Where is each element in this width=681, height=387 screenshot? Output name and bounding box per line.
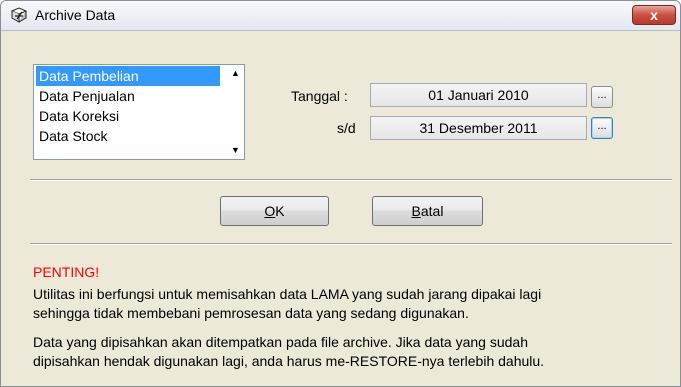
close-icon: x <box>650 7 658 23</box>
notice-paragraph-2: Data yang dipisahkan akan ditempatkan pa… <box>33 333 673 371</box>
close-button[interactable]: x <box>632 5 676 25</box>
end-date-field[interactable]: 31 Desember 2011 <box>370 116 587 140</box>
warning-heading: PENTING! <box>33 264 100 280</box>
data-type-listbox[interactable]: Data Pembelian Data Penjualan Data Korek… <box>33 64 245 160</box>
sd-label: s/d <box>337 120 356 136</box>
list-item-data-koreksi[interactable]: Data Koreksi <box>36 106 220 126</box>
window-title: Archive Data <box>35 7 116 23</box>
list-item-data-stock[interactable]: Data Stock <box>36 126 220 146</box>
scroll-down-arrow-icon[interactable]: ▼ <box>227 142 244 159</box>
start-date-field[interactable]: 01 Januari 2010 <box>370 83 587 107</box>
archive-app-icon <box>10 7 28 25</box>
notice-p2-line1: Data yang dipisahkan akan ditempatkan pa… <box>33 334 528 350</box>
cancel-label: atal <box>420 203 444 219</box>
ok-button[interactable]: OK <box>220 196 329 226</box>
list-item-data-penjualan[interactable]: Data Penjualan <box>36 86 220 106</box>
notice-p2-line2: dipisahkan hendak digunakan lagi, anda h… <box>33 353 545 369</box>
notice-p1-line2: sehingga tidak membebani pemrosesan data… <box>33 305 469 321</box>
end-date-picker-button[interactable]: ... <box>591 117 613 139</box>
tanggal-label: Tanggal : <box>291 88 348 104</box>
cancel-button[interactable]: Batal <box>372 196 483 226</box>
cancel-accelerator: B <box>411 203 421 219</box>
separator-top <box>30 179 672 181</box>
notice-paragraph-1: Utilitas ini berfungsi untuk memisahkan … <box>33 285 673 323</box>
archive-data-dialog: Archive Data x Data Pembelian Data Penju… <box>0 0 681 387</box>
ok-accelerator: O <box>264 203 276 219</box>
list-scrollbar[interactable]: ▲ ▼ <box>227 65 244 159</box>
separator-bottom <box>30 243 672 245</box>
start-date-picker-button[interactable]: ... <box>591 86 613 108</box>
title-bar[interactable]: Archive Data x <box>1 1 680 31</box>
dialog-body: Data Pembelian Data Penjualan Data Korek… <box>1 31 680 386</box>
list-item-data-pembelian[interactable]: Data Pembelian <box>36 66 220 86</box>
scroll-up-arrow-icon[interactable]: ▲ <box>227 65 244 82</box>
ok-label: K <box>275 203 285 219</box>
notice-p1-line1: Utilitas ini berfungsi untuk memisahkan … <box>33 286 542 302</box>
